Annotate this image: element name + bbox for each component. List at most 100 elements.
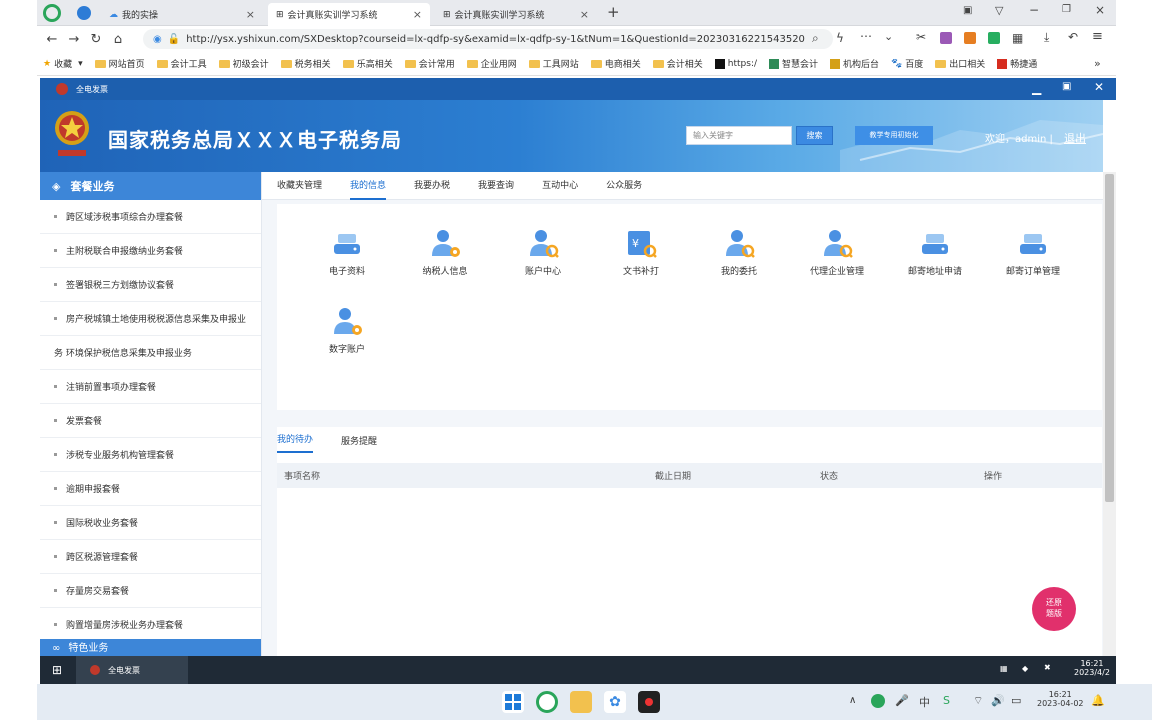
tab-do-tax[interactable]: 我要办税 [414, 172, 450, 200]
func-taxpayer-info[interactable]: 纳税人信息 [400, 226, 490, 286]
close-icon[interactable]: × [246, 8, 255, 21]
minimize-icon[interactable]: − [1029, 3, 1039, 17]
tab-query[interactable]: 我要查询 [478, 172, 514, 200]
download-icon[interactable]: ⤓ [1044, 30, 1049, 45]
scissors-icon[interactable]: ✂ [916, 30, 926, 44]
bookmark-item[interactable]: 🐾 百度 [891, 57, 923, 71]
app-close-icon[interactable]: ✕ [1094, 80, 1104, 94]
sidebar-item[interactable]: 跨区域涉税事项综合办理套餐 [40, 200, 261, 234]
tab-accounting-active[interactable]: ⊞ 会计真账实训学习系统 × [268, 3, 430, 26]
back-icon[interactable]: ← [41, 32, 63, 47]
bookmark-item[interactable]: 机构后台 [830, 57, 879, 70]
bookmark-favorites[interactable]: ★ 收藏 ▾ [43, 57, 83, 71]
chevron-down-icon[interactable]: ⌄ [884, 30, 893, 43]
func-mail-address[interactable]: 邮寄地址申请 [890, 226, 980, 286]
func-agency-management[interactable]: 代理企业管理 [792, 226, 882, 286]
app-maximize-icon[interactable]: ▣ [1062, 81, 1071, 92]
more-icon[interactable]: ⋯ [860, 29, 872, 43]
sidebar-item[interactable]: 涉税专业服务机构管理套餐 [40, 438, 261, 472]
bookmark-item[interactable]: 会计常用 [404, 57, 455, 70]
sidebar-item[interactable]: 购置增量房涉税业务办理套餐 [40, 608, 261, 642]
zoom-icon[interactable]: ⌕ [812, 31, 819, 46]
taskbar-app-item[interactable]: 全电发票 [76, 656, 189, 684]
shirt-icon[interactable]: ▽ [995, 4, 1003, 17]
bookmark-item[interactable]: 畅捷通 [997, 57, 1037, 70]
scrollbar-thumb[interactable] [1105, 174, 1114, 502]
notification-icon[interactable]: 🔔 [1091, 694, 1105, 707]
sidebar-footer-header[interactable]: ∞ 特色业务 [40, 639, 261, 656]
tab-my-todo[interactable]: 我的待办 [277, 432, 314, 453]
init-button[interactable]: 教学专用初始化 [855, 126, 933, 145]
sidebar-item[interactable]: 跨区税源管理套餐 [40, 540, 261, 574]
bookmark-item[interactable]: 电商相关 [590, 57, 641, 70]
sidebar-item[interactable]: 发票套餐 [40, 404, 261, 438]
tray-s-icon[interactable]: S [943, 694, 950, 707]
os-clock[interactable]: 16:21 2023-04-02 [1037, 690, 1084, 708]
ime-icon[interactable]: 中 [919, 694, 930, 710]
compass-icon[interactable] [77, 6, 91, 20]
func-mail-order[interactable]: 邮寄订单管理 [988, 226, 1078, 286]
sidebar-item[interactable]: 逾期申报套餐 [40, 472, 261, 506]
bookmark-item[interactable]: 初级会计 [218, 57, 269, 70]
bookmark-item[interactable]: 出口相关 [935, 57, 985, 70]
chevron-up-icon[interactable]: ∧ [849, 695, 856, 706]
wechat-icon[interactable] [988, 32, 1000, 44]
start-icon[interactable]: ⊞ [52, 663, 62, 677]
calculator-icon[interactable]: ▦ [1000, 664, 1008, 673]
func-digital-account[interactable]: 数字账户 [302, 304, 392, 364]
tools-icon[interactable]: ✖ [1044, 663, 1051, 672]
recorder-icon[interactable] [638, 691, 660, 713]
bookmark-item[interactable]: 工具网站 [528, 57, 579, 70]
new-tab-icon[interactable]: + [607, 3, 620, 21]
windows-start-icon[interactable] [502, 691, 524, 713]
bookmark-item[interactable]: 乐高相关 [342, 57, 393, 70]
tab-accounting[interactable]: ⊞ 会计真账实训学习系统 × [435, 3, 597, 26]
sidebar-item[interactable]: 务 环境保护税信息采集及申报业务 [40, 336, 261, 370]
file-explorer-icon[interactable] [570, 691, 592, 713]
sidebar-item[interactable]: 房产税城镇土地使用税税源信息采集及申报业 [40, 302, 261, 336]
browser-taskbar-icon[interactable] [536, 691, 558, 713]
tab-my-practice[interactable]: ☁ 我的实操 × [101, 3, 263, 26]
reload-icon[interactable]: ↻ [85, 32, 107, 47]
tab-public-service[interactable]: 公众服务 [606, 172, 642, 200]
undo-icon[interactable]: ↶ [1068, 30, 1078, 44]
menu-icon[interactable]: ≡ [1092, 29, 1103, 44]
volume-icon[interactable]: 🔊 [991, 694, 1005, 707]
tag-icon[interactable]: ◆ [1022, 664, 1028, 673]
chevron-right-icon[interactable]: » [1094, 57, 1101, 70]
game-icon[interactable] [964, 32, 976, 44]
func-my-delegation[interactable]: 我的委托 [694, 226, 784, 286]
search-input[interactable]: 输入关键字 [686, 126, 792, 145]
sidebar-item[interactable]: 主附税联合申报缴纳业务套餐 [40, 234, 261, 268]
func-document-reprint[interactable]: ¥ 文书补打 [596, 226, 686, 286]
grid-icon[interactable]: ▦ [1012, 31, 1023, 45]
logout-link[interactable]: 退出 [1064, 130, 1086, 146]
battery-icon[interactable]: ▭ [1011, 694, 1021, 707]
tab-my-info[interactable]: 我的信息 [350, 172, 387, 200]
microphone-icon[interactable]: 🎤 [895, 694, 909, 707]
search-button[interactable]: 搜索 [796, 126, 833, 145]
app-minimize-icon[interactable]: ▁ [1032, 81, 1041, 95]
tab-service-reminder[interactable]: 服务提醒 [341, 434, 377, 453]
sidebar-item[interactable]: 注销前置事项办理套餐 [40, 370, 261, 404]
close-icon[interactable]: × [413, 8, 422, 21]
restore-layout-button[interactable]: 还原 题版 [1032, 587, 1076, 631]
close-icon[interactable]: × [580, 8, 589, 21]
tray-app-icon[interactable] [871, 694, 885, 708]
tab-interaction[interactable]: 互动中心 [542, 172, 578, 200]
wifi-icon[interactable]: ⌔ [973, 694, 983, 708]
page-scrollbar[interactable] [1103, 172, 1116, 656]
bookmark-item[interactable]: 会计工具 [156, 57, 207, 70]
bookmark-item[interactable]: https:/ [714, 58, 757, 69]
bookmark-item[interactable]: 企业用网 [466, 57, 517, 70]
bookmark-item[interactable]: 税务相关 [280, 57, 331, 70]
sidebar-item[interactable]: 国际税收业务套餐 [40, 506, 261, 540]
extension-icon[interactable] [940, 32, 952, 44]
bookmark-item[interactable]: 网站首页 [94, 57, 145, 70]
tab-favorites[interactable]: 收藏夹管理 [277, 172, 322, 200]
close-window-icon[interactable]: × [1095, 3, 1105, 17]
sidebar-item[interactable]: 签署银税三方划缴协议套餐 [40, 268, 261, 302]
tab-count-icon[interactable]: ▣ [963, 5, 972, 16]
url-field[interactable]: ◉ 🔓 http://ysx.yshixun.com/SXDesktop?cou… [143, 29, 833, 49]
sidebar-header[interactable]: ◈ 套餐业务 [40, 172, 261, 200]
